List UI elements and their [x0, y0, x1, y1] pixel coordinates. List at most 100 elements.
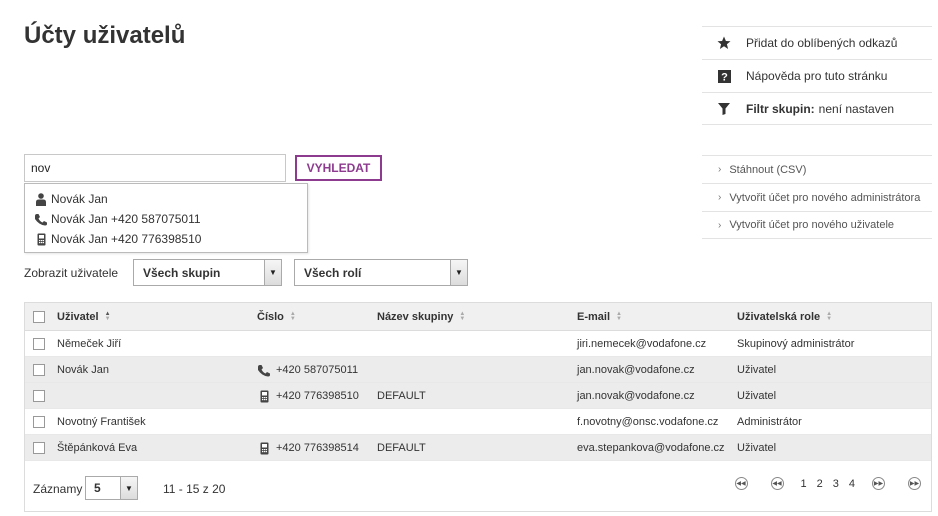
page-title: Účty uživatelů	[24, 22, 186, 49]
show-users-label: Zobrazit uživatele	[24, 266, 119, 280]
help-link[interactable]: ? Nápověda pro tuto stránku	[702, 59, 932, 92]
page-link[interactable]: 1	[796, 478, 812, 490]
table-header: Uživatel ▲ ▼ Číslo ▲ ▼ Název skupiny ▲ ▼ E-…	[25, 303, 931, 331]
group-filter-title: Filtr skupin:	[746, 101, 815, 116]
row-checkbox-cell	[33, 331, 45, 357]
page-link-current[interactable]: 3	[828, 478, 844, 490]
email-cell: jan.novak@vodafone.cz	[577, 364, 695, 376]
column-header-user-label: Uživatel	[57, 311, 99, 323]
download-csv-link[interactable]: › Stáhnout (CSV)	[702, 155, 932, 183]
chevron-down-icon: ▼	[450, 260, 467, 285]
email-cell: f.novotny@onsc.vodafone.cz	[577, 416, 719, 428]
records-per-page-select[interactable]: 5 ▼	[85, 476, 138, 500]
row-checkbox[interactable]	[33, 338, 45, 350]
role-select[interactable]: Všech rolí ▼	[294, 259, 468, 286]
column-header-number[interactable]: Číslo ▲ ▼	[257, 303, 296, 331]
last-page-icon[interactable]: ▶▶	[908, 477, 921, 490]
table-row[interactable]: +420 776398510 DEFAULT jan.novak@vodafon…	[25, 383, 931, 409]
number-text: +420 776398510	[276, 390, 359, 402]
row-checkbox[interactable]	[33, 390, 45, 402]
row-checkbox[interactable]	[33, 364, 45, 376]
user-cell: Novák Jan	[57, 364, 109, 376]
table-row[interactable]: Němeček Jiří jiri.nemecek@vodafone.cz Sk…	[25, 331, 931, 357]
email-cell: jiri.nemecek@vodafone.cz	[577, 338, 707, 350]
group-select[interactable]: Všech skupin ▼	[133, 259, 282, 286]
column-header-group[interactable]: Název skupiny ▲ ▼	[377, 303, 465, 331]
select-all-checkbox[interactable]	[33, 311, 45, 323]
table-row[interactable]: Novotný František f.novotny@onsc.vodafon…	[25, 409, 931, 435]
create-admin-link[interactable]: › Vytvořit účet pro nového administrátor…	[702, 183, 932, 211]
suggestion-item[interactable]: Novák Jan	[25, 189, 307, 209]
records-label: Záznamy	[33, 482, 83, 496]
chevron-right-icon: ›	[718, 219, 722, 231]
next-page-icon[interactable]: ▶▶	[872, 477, 885, 490]
email-cell: eva.stepankova@vodafone.cz	[577, 442, 725, 454]
table-footer: Záznamy 5 ▼ 11 - 15 z 20 ◀◀ ◀◀ 1 2 3 4 ▶…	[25, 463, 931, 511]
row-checkbox[interactable]	[33, 416, 45, 428]
column-header-email[interactable]: E-mail ▲ ▼	[577, 303, 622, 331]
group-filter-value: není nastaven	[818, 101, 895, 116]
quick-links-panel: Přidat do oblíbených odkazů ? Nápověda p…	[702, 26, 932, 125]
column-header-role[interactable]: Uživatelská role ▲ ▼	[737, 303, 832, 331]
sort-asc-icon: ▲ ▼	[104, 311, 111, 322]
page-link[interactable]: 4	[844, 478, 860, 490]
table-row[interactable]: Štěpánková Eva +420 776398514 DEFAULT ev…	[25, 435, 931, 461]
role-cell: Uživatel	[737, 364, 777, 376]
question-icon: ?	[702, 69, 746, 83]
row-checkbox-cell	[33, 409, 45, 435]
mobile-icon	[257, 442, 271, 455]
column-header-email-label: E-mail	[577, 311, 611, 323]
group-cell: DEFAULT	[377, 442, 426, 454]
email-cell: jan.novak@vodafone.cz	[577, 390, 695, 402]
group-cell: DEFAULT	[377, 390, 426, 402]
select-all-cell	[33, 303, 45, 331]
table-row[interactable]: Novák Jan +420 587075011 jan.novak@vodaf…	[25, 357, 931, 383]
role-cell: Uživatel	[737, 442, 777, 454]
create-user-link[interactable]: › Vytvořit účet pro nového uživatele	[702, 211, 932, 239]
create-admin-label: Vytvořit účet pro nového administrátora	[729, 191, 921, 204]
star-icon	[702, 36, 746, 50]
first-page-icon[interactable]: ◀◀	[734, 477, 748, 490]
sort-icon: ▲ ▼	[616, 311, 622, 322]
pagination: ◀◀ ◀◀ 1 2 3 4 ▶▶ ▶▶	[734, 477, 921, 490]
row-checkbox-cell	[33, 357, 45, 383]
column-header-user[interactable]: Uživatel ▲ ▼	[57, 303, 111, 331]
row-checkbox-cell	[33, 435, 45, 461]
role-cell: Uživatel	[737, 390, 777, 402]
svg-text:?: ?	[721, 71, 728, 83]
download-csv-label: Stáhnout (CSV)	[729, 163, 807, 176]
add-to-favorites-link[interactable]: Přidat do oblíbených odkazů	[702, 26, 932, 59]
create-user-label: Vytvořit účet pro nového uživatele	[729, 219, 895, 231]
sort-icon: ▲ ▼	[459, 311, 466, 322]
row-checkbox[interactable]	[33, 442, 45, 454]
suggestion-item[interactable]: Novák Jan +420 776398510	[25, 229, 307, 249]
column-header-role-label: Uživatelská role	[737, 311, 821, 323]
group-select-value: Všech skupin	[143, 265, 221, 280]
role-cell: Administrátor	[737, 416, 802, 428]
add-to-favorites-label: Přidat do oblíbených odkazů	[746, 36, 898, 50]
group-filter-link[interactable]: Filtr skupin: není nastaven	[702, 92, 932, 125]
column-header-number-label: Číslo	[257, 311, 284, 323]
role-cell: Skupinový administrátor	[737, 338, 855, 350]
phone-icon	[33, 213, 49, 226]
users-table: Uživatel ▲ ▼ Číslo ▲ ▼ Název skupiny ▲ ▼ E-…	[24, 302, 932, 512]
suggestion-text: Novák Jan +420 776398510	[51, 232, 202, 246]
suggestion-item[interactable]: Novák Jan +420 587075011	[25, 209, 307, 229]
sort-icon: ▲ ▼	[826, 311, 833, 322]
role-select-value: Všech rolí	[304, 265, 362, 280]
search-input[interactable]	[24, 154, 286, 182]
search-suggestions: Novák Jan Novák Jan +420 587075011 Novák…	[24, 183, 308, 253]
suggestion-text: Novák Jan	[51, 192, 108, 206]
chevron-down-icon: ▼	[120, 477, 137, 499]
user-cell: Němeček Jiří	[57, 338, 122, 350]
person-icon	[33, 192, 49, 206]
records-per-page-value: 5	[94, 481, 101, 495]
column-header-group-label: Název skupiny	[377, 311, 454, 323]
page-link[interactable]: 2	[812, 478, 828, 490]
chevron-down-icon: ▼	[264, 260, 281, 285]
mobile-icon	[257, 390, 271, 403]
previous-page-icon[interactable]: ◀◀	[770, 477, 784, 490]
search-button[interactable]: VYHLEDAT	[295, 155, 382, 181]
user-cell: Štěpánková Eva	[57, 442, 138, 454]
user-cell: Novotný František	[57, 416, 146, 428]
